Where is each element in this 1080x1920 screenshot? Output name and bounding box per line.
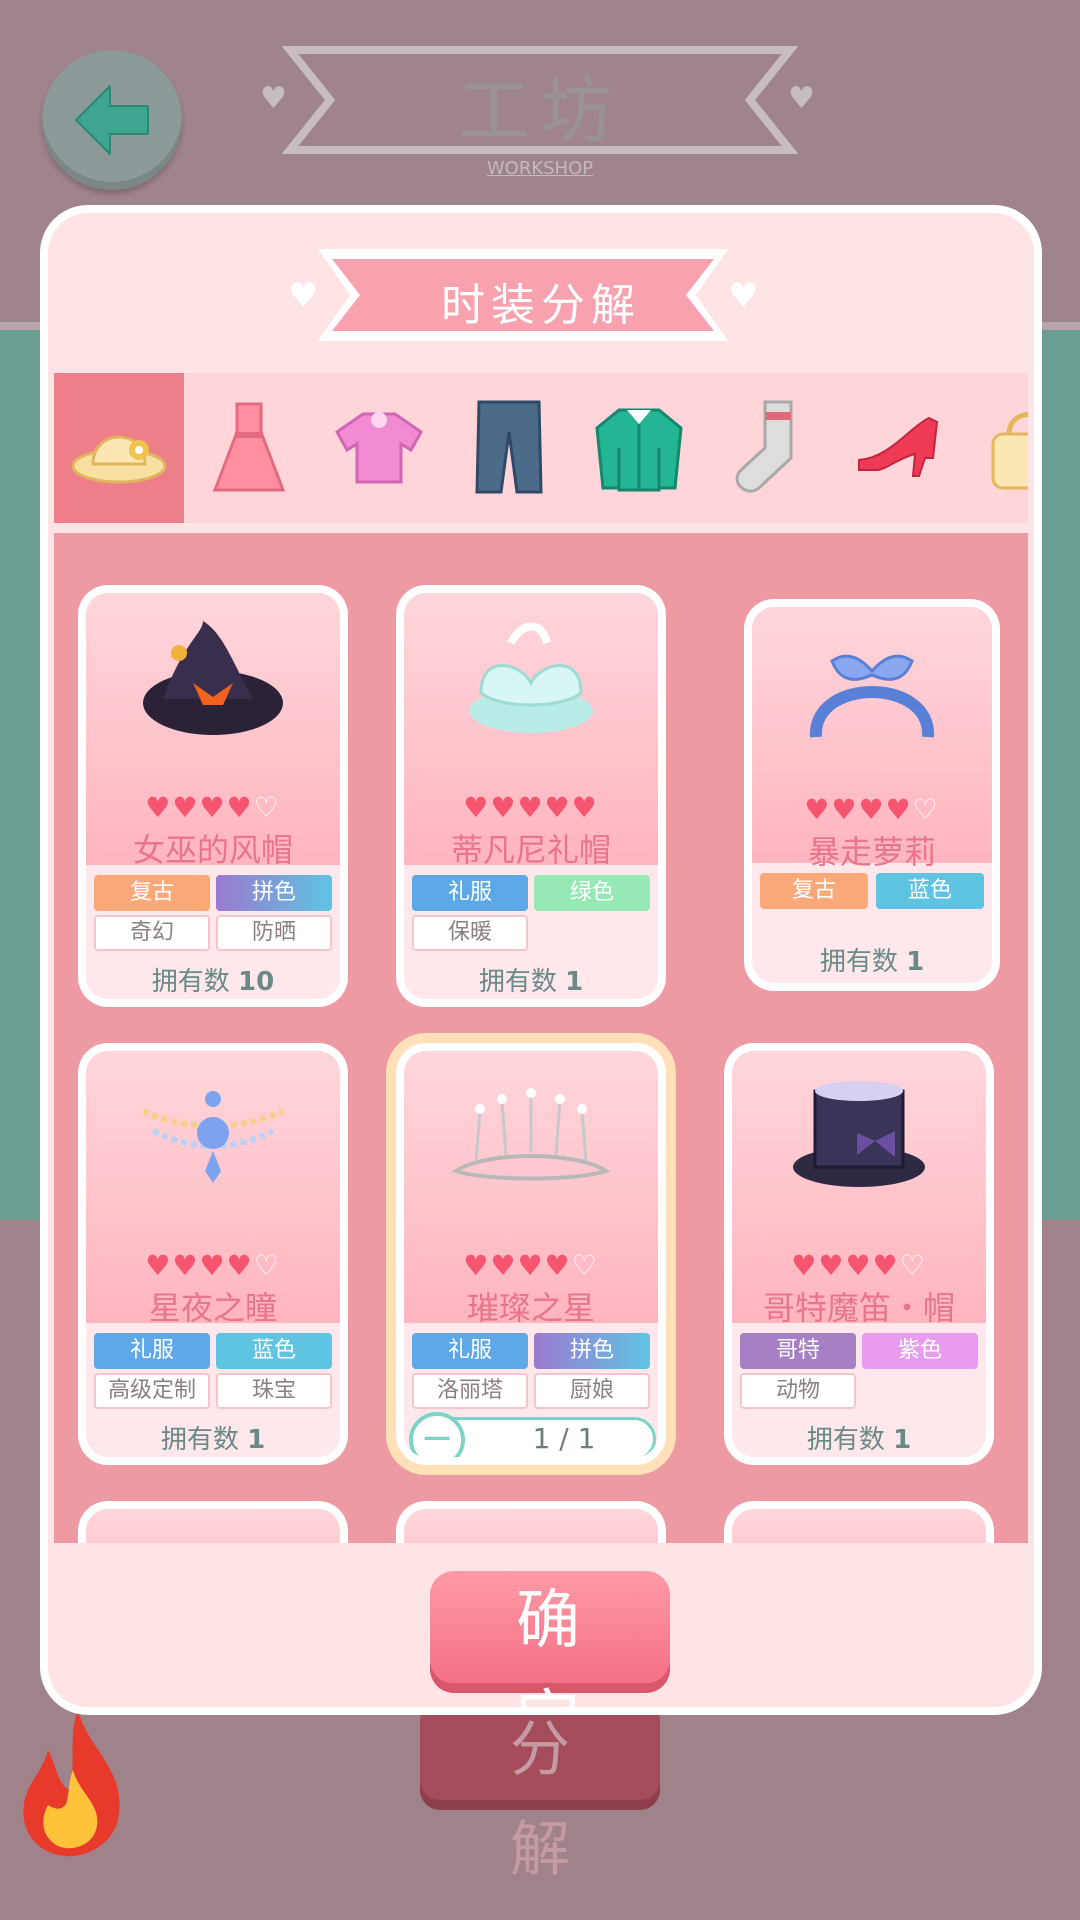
rating-hearts: ♥♥♥♥♡ (804, 793, 940, 826)
item-name: 璀璨之星 (466, 1289, 595, 1327)
tab-bag[interactable] (964, 373, 1028, 523)
dress-icon (212, 402, 286, 492)
quantity-value: 1 / 1 (532, 1422, 596, 1455)
item-image-area (404, 1509, 658, 1543)
tag: 珠宝 (216, 1373, 332, 1409)
confirm-label: 确 定 (516, 1584, 640, 1707)
hat-icon (71, 435, 167, 484)
owned-count: 拥有数 10 (151, 967, 275, 997)
page-title: 工坊 (457, 69, 622, 153)
decompose-button-background: 分 解 (420, 1700, 660, 1885)
page-subtitle: WORKSHOP (486, 158, 594, 179)
tag: 保暖 (412, 915, 528, 951)
tab-pants[interactable] (444, 373, 574, 523)
top-hat-icon (793, 1081, 925, 1187)
rating-hearts: ♥♥♥♥♡ (791, 1249, 927, 1282)
item-name: 星夜之瞳 (148, 1289, 277, 1327)
tag: 紫色 (862, 1333, 978, 1369)
witch-hat-icon (143, 621, 283, 735)
tag: 拼色 (216, 875, 332, 911)
item-card[interactable] (396, 1501, 666, 1543)
headband-icon (810, 654, 934, 738)
item-image-area (86, 1509, 340, 1543)
tag: 绿色 (534, 875, 650, 911)
bag-icon (991, 412, 1028, 490)
minus-button[interactable]: − (409, 1412, 465, 1457)
tab-top[interactable] (314, 373, 444, 523)
tag: 拼色 (534, 1333, 650, 1369)
top-icon (335, 412, 423, 484)
item-name: 蒂凡尼礼帽 (450, 831, 611, 869)
tag: 复古 (760, 873, 868, 909)
high-heel-icon (858, 416, 939, 477)
item-grid: ♥♥♥♥♡ 女巫的风帽 复古 拼色 奇幻 防晒 拥有数 10 ♥♥♥♥♥ 蒂凡尼… (54, 533, 1028, 1543)
tag: 高级定制 (94, 1373, 210, 1409)
confirm-button[interactable]: 确 定 (430, 1571, 670, 1707)
tag: 哥特 (740, 1333, 856, 1369)
owned-count: 拥有数 1 (478, 967, 584, 997)
tab-coat[interactable] (574, 373, 704, 523)
tab-shoes[interactable] (834, 373, 964, 523)
tag: 厨娘 (534, 1373, 650, 1409)
tag: 洛丽塔 (412, 1373, 528, 1409)
item-name: 哥特魔笛・帽 (762, 1289, 955, 1327)
tag: 防晒 (216, 915, 332, 951)
tag: 动物 (740, 1373, 856, 1409)
sock-icon (735, 400, 793, 493)
tab-hat[interactable] (54, 373, 184, 523)
tiara-icon (451, 1088, 611, 1181)
pants-icon (475, 400, 543, 494)
tag: 礼服 (94, 1333, 210, 1369)
item-card[interactable] (724, 1501, 994, 1543)
owned-count: 拥有数 1 (806, 1425, 912, 1455)
coat-icon (595, 408, 683, 492)
item-name: 暴走萝莉 (807, 833, 936, 871)
item-card[interactable] (78, 1501, 348, 1543)
item-card[interactable]: ♥♥♥♥♥ 蒂凡尼礼帽 礼服 绿色 保暖 拥有数 1 (396, 585, 666, 1007)
tag: 奇幻 (94, 915, 210, 951)
item-card[interactable]: ♥♥♥♥♡ 哥特魔笛・帽 哥特 紫色 动物 拥有数 1 (724, 1043, 994, 1465)
dialog-title: 时装分解 (441, 280, 641, 331)
tag: 礼服 (412, 875, 528, 911)
dialog-footer: 确 定 (54, 1543, 1028, 1707)
decompose-label: 分 解 (510, 1715, 610, 1885)
owned-count: 拥有数 1 (160, 1425, 266, 1455)
item-name: 女巫的风帽 (132, 831, 293, 869)
category-tabs (54, 373, 1028, 523)
item-card[interactable]: ♥♥♥♥♡ 星夜之瞳 礼服 蓝色 高级定制 珠宝 拥有数 1 (78, 1043, 348, 1465)
tag: 礼服 (412, 1333, 528, 1369)
item-card[interactable]: ♥♥♥♥♡ 女巫的风帽 复古 拼色 奇幻 防晒 拥有数 10 (78, 585, 348, 1007)
item-image-area (732, 1509, 986, 1543)
decompose-dialog: ♥ ♥ 时装分解 ♥♥♥♥♡ 女巫的风帽 复古 拼色 奇幻 防晒 拥有数 10 … (40, 205, 1042, 1715)
rating-hearts: ♥♥♥♥♡ (145, 1249, 281, 1282)
tab-sock[interactable] (704, 373, 834, 523)
tab-dress[interactable] (184, 373, 314, 523)
flame-icon (23, 1710, 120, 1857)
tag: 蓝色 (216, 1333, 332, 1369)
tiara-jewel-icon (141, 1091, 285, 1183)
owned-count: 拥有数 1 (819, 947, 925, 977)
item-card-selected[interactable]: ♥♥♥♥♡ 璀璨之星 礼服 拼色 洛丽塔 厨娘 − 1 / 1 (396, 1043, 666, 1465)
rating-hearts: ♥♥♥♥♡ (145, 791, 281, 824)
tag: 复古 (94, 875, 210, 911)
bow-hat-icon (469, 622, 593, 733)
rating-hearts: ♥♥♥♥♡ (463, 1249, 599, 1282)
rating-hearts: ♥♥♥♥♥ (463, 791, 599, 824)
quantity-stepper[interactable]: − 1 / 1 (409, 1412, 656, 1457)
item-card[interactable]: ♥♥♥♥♡ 暴走萝莉 复古 蓝色 拥有数 1 (744, 599, 1000, 991)
tag: 蓝色 (876, 873, 984, 909)
